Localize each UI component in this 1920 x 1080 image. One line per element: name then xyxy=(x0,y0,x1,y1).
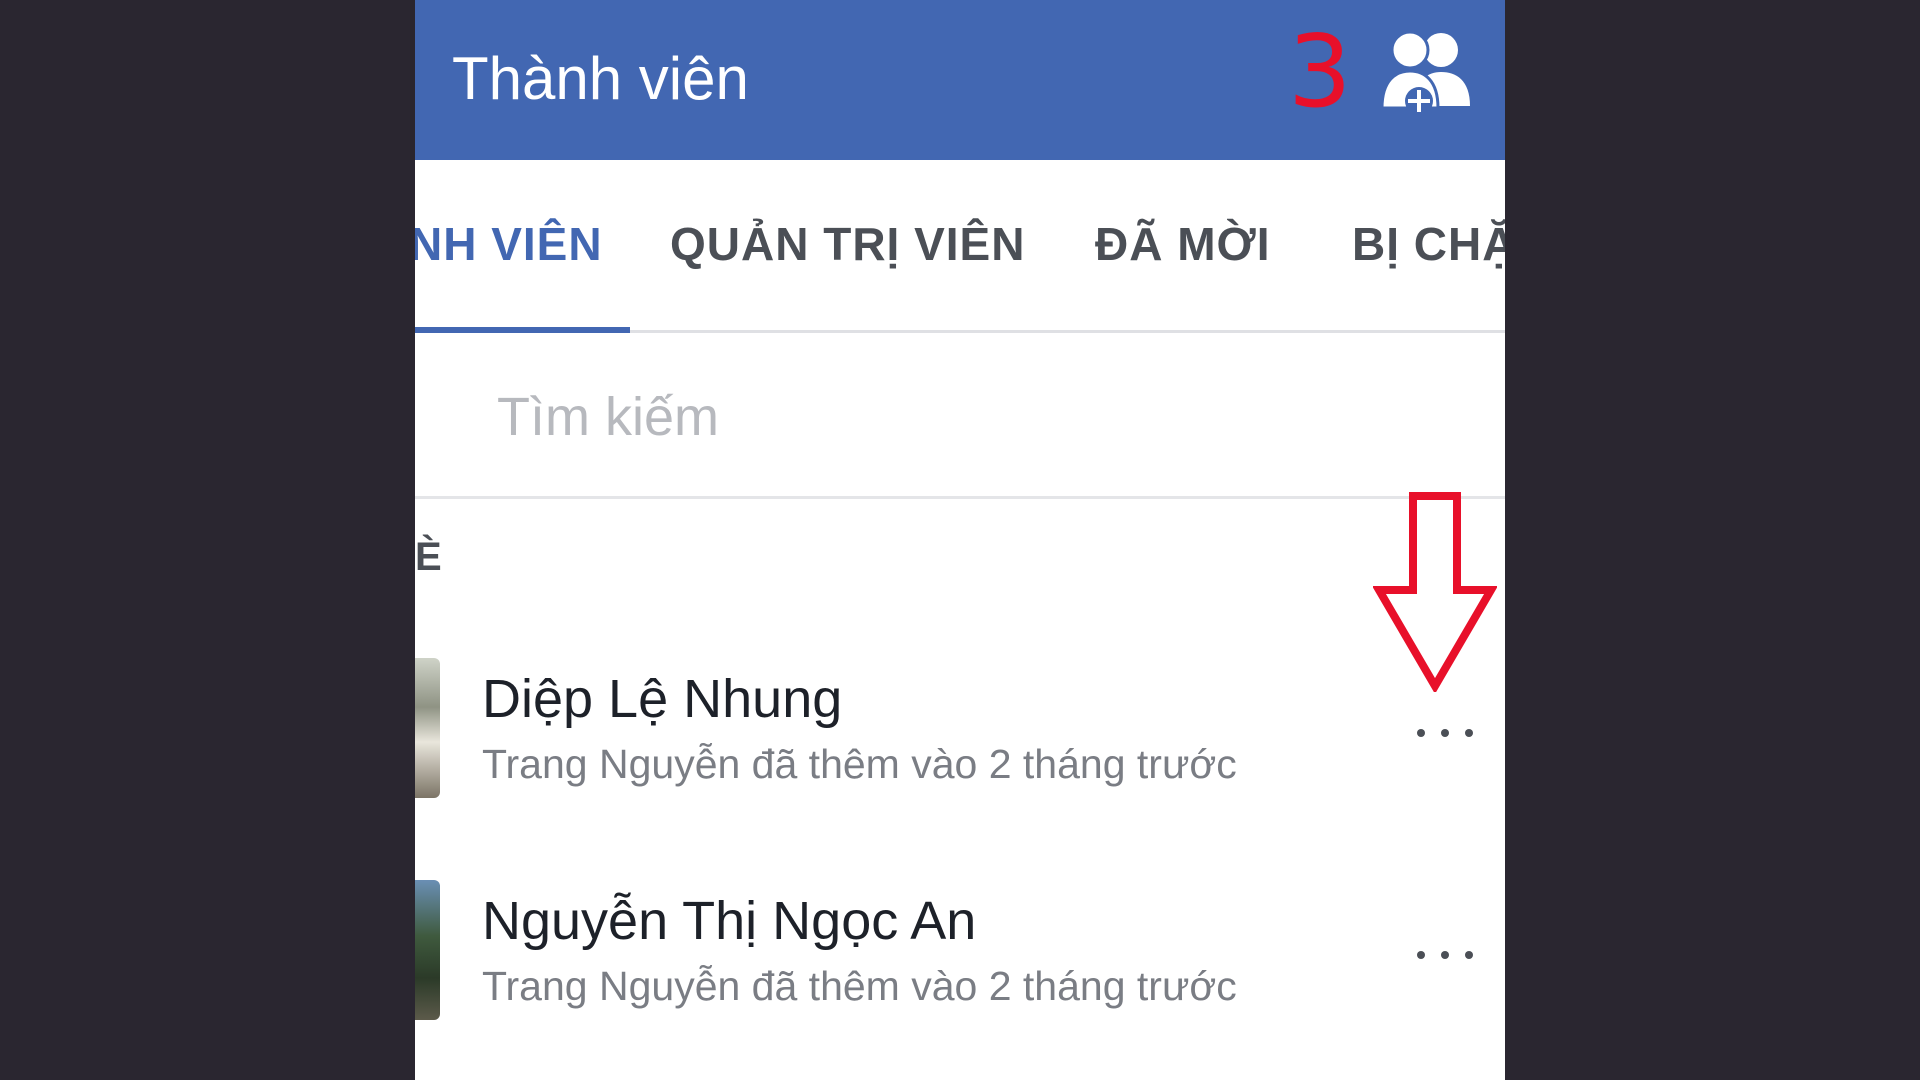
page-title: Thành viên xyxy=(452,45,749,112)
dot-icon xyxy=(1441,951,1449,959)
search-bar xyxy=(415,333,1505,499)
dot-icon xyxy=(1417,951,1425,959)
avatar[interactable] xyxy=(415,880,440,1020)
more-options-button[interactable] xyxy=(1400,708,1490,758)
section-header: È xyxy=(415,535,442,579)
search-input[interactable] xyxy=(495,381,1399,453)
member-added-info: Trang Nguyễn đã thêm vào 2 tháng trước xyxy=(482,963,1237,1009)
more-options-button[interactable] xyxy=(1400,930,1490,980)
dot-icon xyxy=(1441,729,1449,737)
dot-icon xyxy=(1417,729,1425,737)
member-row[interactable]: Diệp Lệ Nhung Trang Nguyễn đã thêm vào 2… xyxy=(415,658,1505,808)
member-row[interactable]: Nguyễn Thị Ngọc An Trang Nguyễn đã thêm … xyxy=(415,880,1505,1030)
member-name[interactable]: Diệp Lệ Nhung xyxy=(482,668,842,730)
tab-admins[interactable]: QUẢN TRỊ VIÊN xyxy=(670,217,1025,271)
add-members-icon[interactable] xyxy=(1380,28,1475,120)
step-number-annotation: 3 xyxy=(1288,13,1352,130)
tab-members[interactable]: NH VIÊN xyxy=(415,217,603,271)
down-arrow-icon xyxy=(1373,492,1497,692)
app-screen: Thành viên 3 NH VIÊN QUẢN TRỊ VIÊN ĐÃ MỜ… xyxy=(415,0,1505,1080)
tab-invited[interactable]: ĐÃ MỜI xyxy=(1095,217,1271,271)
app-header: Thành viên 3 xyxy=(415,0,1505,160)
member-name[interactable]: Nguyễn Thị Ngọc An xyxy=(482,890,976,952)
tab-bar: NH VIÊN QUẢN TRỊ VIÊN ĐÃ MỜI BỊ CHẶ xyxy=(415,160,1505,333)
dot-icon xyxy=(1465,729,1473,737)
dot-icon xyxy=(1465,951,1473,959)
avatar[interactable] xyxy=(415,658,440,798)
tab-blocked[interactable]: BỊ CHẶ xyxy=(1352,217,1505,271)
member-added-info: Trang Nguyễn đã thêm vào 2 tháng trước xyxy=(482,741,1237,787)
